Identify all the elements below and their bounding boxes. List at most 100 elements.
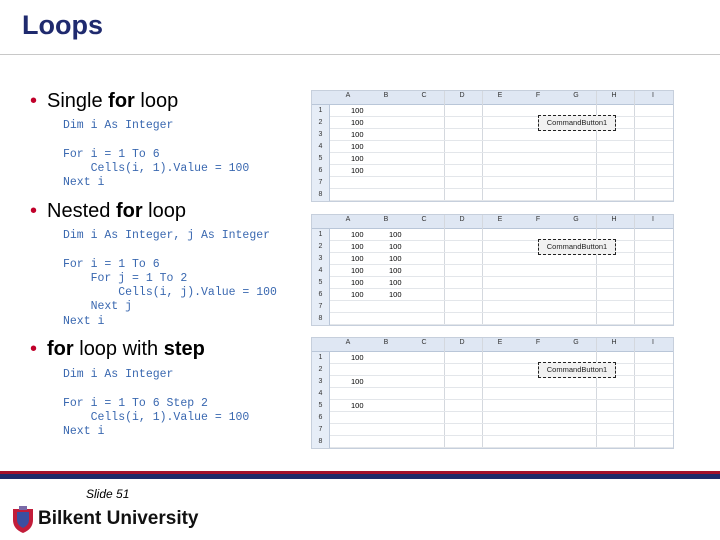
grid-line — [312, 387, 673, 388]
grid-line — [634, 91, 635, 201]
row-header[interactable]: 6 — [312, 165, 330, 177]
row-header[interactable]: 4 — [312, 388, 330, 400]
grid-line — [312, 312, 673, 313]
grid-line — [312, 300, 673, 301]
column-header[interactable]: B — [376, 339, 396, 346]
bullet-text: loop with — [73, 338, 164, 360]
column-header[interactable]: F — [528, 339, 548, 346]
row-header[interactable]: 8 — [312, 436, 330, 448]
grid-line — [444, 91, 445, 201]
cell[interactable]: 100 — [389, 229, 402, 241]
cell[interactable]: 100 — [351, 129, 364, 141]
row-header[interactable]: 4 — [312, 265, 330, 277]
spreadsheet[interactable]: A B C D E F G H I 1 100 2 100 3 100 4 100 5 100 6 100 7 8 Comma… — [311, 90, 674, 202]
row-header[interactable]: 3 — [312, 376, 330, 388]
column-header[interactable]: E — [490, 216, 510, 223]
cell[interactable]: 100 — [351, 265, 364, 277]
grid-line — [312, 423, 673, 424]
row-header[interactable]: 1 — [312, 352, 330, 364]
column-header[interactable]: A — [338, 339, 358, 346]
cell[interactable]: 100 — [389, 265, 402, 277]
column-header[interactable]: E — [490, 92, 510, 99]
cell[interactable]: 100 — [351, 277, 364, 289]
column-header[interactable]: F — [528, 92, 548, 99]
grid-line — [596, 215, 597, 325]
cell[interactable]: 100 — [389, 277, 402, 289]
grid-line — [596, 91, 597, 201]
title-divider — [0, 54, 720, 55]
cell[interactable]: 100 — [351, 165, 364, 177]
university-name: Bilkent University — [38, 508, 199, 529]
grid-line — [312, 188, 673, 189]
column-header[interactable]: B — [376, 216, 396, 223]
cell[interactable]: 100 — [351, 376, 364, 388]
bullet-text: loop — [134, 90, 179, 112]
column-header[interactable]: C — [414, 216, 434, 223]
column-header[interactable]: E — [490, 339, 510, 346]
column-header[interactable]: A — [338, 216, 358, 223]
command-button[interactable]: CommandButton1 — [538, 239, 616, 255]
grid-line — [312, 411, 673, 412]
row-header[interactable]: 4 — [312, 141, 330, 153]
column-header[interactable]: G — [566, 339, 586, 346]
grid-line — [312, 375, 673, 376]
spreadsheet[interactable]: A B C D E F G H I 1 100 100 2 100 100 3 100 100 4 100 100 5 10… — [311, 214, 674, 326]
column-header[interactable]: B — [376, 92, 396, 99]
row-header[interactable]: 7 — [312, 177, 330, 189]
cell[interactable]: 100 — [351, 117, 364, 129]
column-header[interactable]: D — [452, 92, 472, 99]
cell[interactable]: 100 — [351, 153, 364, 165]
row-header[interactable]: 8 — [312, 189, 330, 201]
grid-line — [312, 435, 673, 436]
row-header[interactable]: 6 — [312, 289, 330, 301]
row-header[interactable]: 1 — [312, 105, 330, 117]
column-header[interactable]: H — [604, 339, 624, 346]
grid-line — [312, 152, 673, 153]
grid-line — [482, 338, 483, 448]
cell[interactable]: 100 — [351, 105, 364, 117]
cell[interactable]: 100 — [351, 253, 364, 265]
column-header[interactable]: C — [414, 339, 434, 346]
row-header[interactable]: 2 — [312, 241, 330, 253]
spreadsheet[interactable]: A B C D E F G H I 1 100 2 3 100 4 5 100 6 7 8 CommandButton1 — [311, 337, 674, 449]
cell[interactable]: 100 — [389, 289, 402, 301]
row-header[interactable]: 3 — [312, 253, 330, 265]
row-header[interactable]: 5 — [312, 277, 330, 289]
column-header[interactable]: F — [528, 216, 548, 223]
row-header[interactable]: 2 — [312, 117, 330, 129]
column-header[interactable]: D — [452, 216, 472, 223]
cell[interactable]: 100 — [389, 253, 402, 265]
command-button[interactable]: CommandButton1 — [538, 115, 616, 131]
cell[interactable]: 100 — [389, 241, 402, 253]
column-header[interactable]: I — [643, 92, 663, 99]
cell[interactable]: 100 — [351, 141, 364, 153]
row-header[interactable]: 3 — [312, 129, 330, 141]
cell[interactable]: 100 — [351, 352, 364, 364]
column-header[interactable]: A — [338, 92, 358, 99]
grid-line — [312, 240, 673, 241]
university-crest-icon — [13, 506, 33, 533]
row-header[interactable]: 5 — [312, 400, 330, 412]
row-header[interactable]: 2 — [312, 364, 330, 376]
column-header[interactable]: H — [604, 92, 624, 99]
row-header[interactable]: 1 — [312, 229, 330, 241]
row-header[interactable]: 7 — [312, 301, 330, 313]
grid-line — [634, 338, 635, 448]
column-header[interactable]: I — [643, 339, 663, 346]
row-header[interactable]: 6 — [312, 412, 330, 424]
command-button[interactable]: CommandButton1 — [538, 362, 616, 378]
cell[interactable]: 100 — [351, 229, 364, 241]
column-header[interactable]: C — [414, 92, 434, 99]
cell[interactable]: 100 — [351, 289, 364, 301]
column-header[interactable]: H — [604, 216, 624, 223]
column-header[interactable]: I — [643, 216, 663, 223]
cell[interactable]: 100 — [351, 241, 364, 253]
column-header[interactable]: G — [566, 92, 586, 99]
grid-line — [312, 116, 673, 117]
row-header[interactable]: 7 — [312, 424, 330, 436]
cell[interactable]: 100 — [351, 400, 364, 412]
column-header[interactable]: D — [452, 339, 472, 346]
row-header[interactable]: 8 — [312, 313, 330, 325]
row-header[interactable]: 5 — [312, 153, 330, 165]
column-header[interactable]: G — [566, 216, 586, 223]
